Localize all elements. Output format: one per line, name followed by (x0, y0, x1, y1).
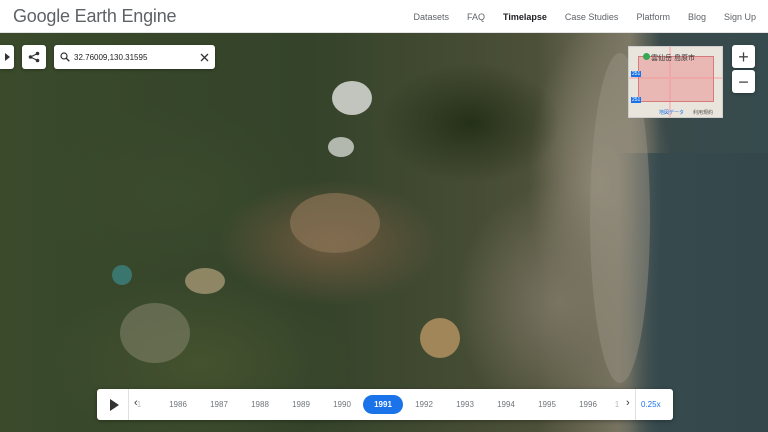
share-icon (28, 51, 40, 63)
year-1994[interactable]: 1994 (486, 389, 526, 420)
minimap-place-labels: 雲仙岳 島原市 (651, 53, 695, 63)
year-1989[interactable]: 1989 (281, 389, 321, 420)
nav-sign-up[interactable]: Sign Up (724, 12, 756, 22)
year-1996[interactable]: 1996 (568, 389, 608, 420)
year-1988[interactable]: 1988 (240, 389, 280, 420)
year-1995[interactable]: 1995 (527, 389, 567, 420)
expand-panel-button[interactable] (0, 45, 14, 69)
timeline-divider (635, 389, 636, 420)
year-1987[interactable]: 1987 (199, 389, 239, 420)
map-data-link[interactable]: 地図データ (659, 109, 684, 116)
nav-faq[interactable]: FAQ (467, 12, 485, 22)
timeline-next-button[interactable]: › (626, 397, 630, 409)
nav-timelapse[interactable]: Timelapse (503, 12, 547, 22)
terms-link[interactable]: 利用規約 (693, 109, 713, 116)
play-icon (109, 398, 119, 411)
year-1991-selected[interactable]: 1991 (363, 395, 403, 414)
lake (112, 265, 132, 285)
route-badge: 251 (631, 97, 642, 103)
year-1986[interactable]: 1986 (158, 389, 198, 420)
terrain-bare (290, 193, 380, 253)
terrain-bare (120, 303, 190, 363)
zoom-in-button[interactable]: + (732, 45, 755, 68)
terrain-cloud (332, 81, 372, 115)
site-logo[interactable]: Google Earth Engine (13, 6, 177, 27)
nav-case-studies[interactable]: Case Studies (565, 12, 619, 22)
year-1990[interactable]: 1990 (322, 389, 362, 420)
terrain-bare (185, 268, 225, 294)
terrain-bare (420, 318, 460, 358)
nav-platform[interactable]: Platform (636, 12, 670, 22)
overview-minimap[interactable]: 雲仙岳 島原市 251 251 地図データ 利用規約 (628, 46, 723, 118)
year-1993[interactable]: 1993 (445, 389, 485, 420)
nav-datasets[interactable]: Datasets (414, 12, 450, 22)
year-1992[interactable]: 1992 (404, 389, 444, 420)
search-input[interactable] (74, 52, 186, 62)
triangle-right-icon (5, 53, 10, 61)
share-button[interactable] (22, 45, 46, 69)
year-partial[interactable]: 1 (129, 389, 149, 420)
search-icon (60, 52, 70, 62)
city-label: 島原市 (673, 55, 695, 62)
place-pin-icon (643, 53, 650, 60)
terrain-cloud (328, 137, 354, 157)
location-search (54, 45, 215, 69)
play-button[interactable] (101, 392, 126, 417)
top-nav: Datasets FAQ Timelapse Case Studies Plat… (396, 0, 757, 33)
close-icon[interactable] (200, 53, 209, 62)
timelapse-timeline: ‹ 1 1986 1987 1988 1989 1990 1991 1992 1… (97, 389, 673, 420)
nav-blog[interactable]: Blog (688, 12, 706, 22)
playback-speed[interactable]: 0.25x (641, 389, 661, 420)
year-partial[interactable]: 1 (610, 389, 624, 420)
route-badge: 251 (631, 71, 642, 77)
mountain-label: 雲仙岳 (651, 55, 672, 62)
zoom-out-button[interactable]: − (732, 70, 755, 93)
top-header: Google Earth Engine Datasets FAQ Timelap… (0, 0, 768, 33)
